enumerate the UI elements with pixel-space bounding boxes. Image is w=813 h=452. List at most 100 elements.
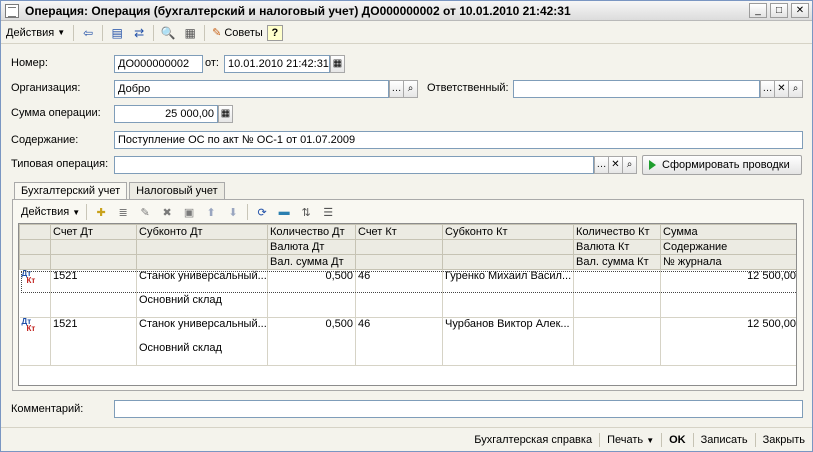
grid-header-cur-sum-kt[interactable]: Вал. сумма Кт (573, 254, 661, 270)
sum-cell[interactable]: 12 500,00 (660, 317, 796, 342)
grid-header-journal[interactable]: № журнала (660, 254, 796, 270)
add-row-icon[interactable]: ✚ (92, 204, 110, 220)
table-row[interactable]: Дт Кт 1521 Станок универсальный... 0,500… (19, 269, 796, 318)
table-row[interactable]: Дт Кт 1521 Станок универсальный... 0,500… (19, 317, 796, 366)
related-documents-icon[interactable]: ⇄ (130, 24, 148, 42)
move-down-icon[interactable]: ⬇ (224, 204, 242, 220)
maximize-button[interactable]: □ (770, 3, 788, 18)
delete-row-icon[interactable]: ✖ (158, 204, 176, 220)
table-row[interactable]: Основний склад (20, 341, 796, 366)
clear-icon[interactable]: ✕ (774, 80, 789, 98)
table-row[interactable]: Основний склад (19, 293, 796, 318)
responsible-field[interactable] (513, 80, 760, 98)
dropdown-arrow-icon: ▼ (646, 435, 655, 445)
go-back-icon[interactable]: ⇦ (79, 24, 97, 42)
ok-button[interactable]: OK (662, 434, 693, 446)
grid-actions-button[interactable]: Действия ▼ (18, 206, 83, 218)
number-label: Номер: (11, 57, 48, 69)
entry-type-cell: Дт Кт (19, 317, 51, 366)
content-field[interactable]: Поступление ОС по акт № ОС-1 от 01.07.20… (114, 131, 803, 149)
tab-tax[interactable]: Налоговый учет (129, 182, 225, 200)
dt-kt-icon: Дт Кт (21, 269, 36, 285)
grid-header-qty-dt[interactable]: Количество Дт (267, 224, 356, 240)
account-kt-cell[interactable]: 46 (355, 269, 443, 294)
fill-icon[interactable]: ▬ (275, 204, 293, 220)
qty-kt-cell[interactable] (573, 269, 661, 294)
document-structure-icon[interactable]: ▤ (108, 24, 126, 42)
toolbar-separator (204, 24, 206, 41)
calculator-icon[interactable]: ▦ (218, 105, 233, 123)
document-icon (5, 3, 19, 18)
grid-header-account-kt[interactable]: Счет Кт (355, 224, 443, 240)
open-search-icon[interactable]: ⌕ (788, 80, 803, 98)
account-dt-cell[interactable]: 1521 (50, 317, 137, 342)
print-button[interactable]: Печать ▼ (600, 434, 661, 446)
grid-header-row: Счет Дт Субконто Дт Количество Дт Счет К… (19, 224, 796, 240)
refresh-icon[interactable]: ⟳ (253, 204, 271, 220)
select-ellipsis-icon[interactable]: … (389, 80, 404, 98)
grid-actions-label: Действия (21, 206, 70, 218)
subconto-dt-cell[interactable]: Основний склад (136, 341, 268, 366)
comment-field[interactable] (114, 400, 803, 418)
qty-dt-cell[interactable]: 0,500 (267, 317, 356, 342)
bottom-command-bar: Бухгалтерская справка Печать ▼ OK Записа… (1, 427, 812, 451)
grid-header-subconto-kt[interactable]: Субконто Кт (442, 224, 574, 240)
calendar-icon[interactable]: ▦ (330, 55, 345, 73)
toolbar-separator (102, 24, 104, 41)
accounting-report-button[interactable]: Бухгалтерская справка (467, 434, 599, 446)
end-edit-icon[interactable]: ▣ (180, 204, 198, 220)
account-kt-cell[interactable]: 46 (355, 317, 443, 342)
close-window-button[interactable]: ✕ (791, 3, 809, 18)
subconto-kt-cell[interactable]: Чурбанов Виктор Алек... (442, 317, 574, 342)
number-field[interactable]: ДО000000002 (114, 55, 203, 73)
grid-header-cur-sum-dt[interactable]: Вал. сумма Дт (267, 254, 356, 270)
clear-icon[interactable]: ✕ (608, 156, 623, 174)
toolbar-separator (73, 24, 75, 41)
grid-header-account-dt[interactable]: Счет Дт (50, 224, 137, 240)
organization-field[interactable]: Добро (114, 80, 389, 98)
open-search-icon[interactable]: ⌕ (403, 80, 418, 98)
grid-header-qty-kt[interactable]: Количество Кт (573, 224, 661, 240)
subconto-kt-cell[interactable]: Гуренко Михаил Васил... (442, 269, 574, 294)
subconto-dt-cell[interactable]: Основний склад (136, 293, 268, 318)
advice-button[interactable]: ✎ Советы (208, 26, 267, 40)
preview-icon[interactable]: 🔍 (159, 24, 177, 42)
tab-panel: Действия ▼ ✚ ≣ ✎ ✖ ▣ ⬆ ⬇ ⟳ ▬ ⇅ ☰ Счет Дт… (12, 199, 804, 391)
play-icon (649, 160, 656, 170)
copy-row-icon[interactable]: ≣ (114, 204, 132, 220)
sum-field[interactable]: 25 000,00 (114, 105, 218, 123)
qty-dt-cell[interactable]: 0,500 (267, 269, 356, 294)
sum-cell[interactable]: 12 500,00 (660, 269, 796, 294)
typical-operation-field[interactable] (114, 156, 594, 174)
grid-header-content[interactable]: Содержание (660, 239, 796, 255)
edit-row-icon[interactable]: ✎ (136, 204, 154, 220)
columns-settings-icon[interactable]: ☰ (319, 204, 337, 220)
subconto-dt-cell[interactable]: Станок универсальный... (136, 269, 268, 294)
report-icon[interactable]: ▦ (181, 24, 199, 42)
account-dt-cell[interactable]: 1521 (50, 269, 137, 294)
grid-header-currency-kt[interactable]: Валюта Кт (573, 239, 661, 255)
grid-header-subconto-dt[interactable]: Субконто Дт (136, 224, 268, 240)
help-button[interactable]: ? (266, 24, 283, 41)
generate-entries-button[interactable]: Сформировать проводки (642, 155, 802, 175)
grid-header-sum[interactable]: Сумма (660, 224, 796, 240)
window-title: Операция: Операция (бухгалтерский и нало… (25, 3, 571, 18)
select-ellipsis-icon[interactable]: … (760, 80, 775, 98)
dt-kt-icon: Дт Кт (21, 317, 36, 333)
close-button[interactable]: Закрыть (756, 434, 812, 446)
minimize-button[interactable]: _ (749, 3, 767, 18)
actions-menu-button[interactable]: Действия ▼ (1, 25, 70, 41)
generate-entries-label: Сформировать проводки (662, 159, 790, 171)
subconto-dt-cell[interactable]: Станок универсальный... (136, 317, 268, 342)
title-bar: Операция: Операция (бухгалтерский и нало… (1, 1, 812, 21)
sort-icon[interactable]: ⇅ (297, 204, 315, 220)
grid-header-row: Вал. сумма Дт Вал. сумма Кт № журнала (19, 254, 796, 270)
move-up-icon[interactable]: ⬆ (202, 204, 220, 220)
date-field[interactable]: 10.01.2010 21:42:31 (224, 55, 330, 73)
select-ellipsis-icon[interactable]: … (594, 156, 609, 174)
grid-header-currency-dt[interactable]: Валюта Дт (267, 239, 356, 255)
open-search-icon[interactable]: ⌕ (622, 156, 637, 174)
qty-kt-cell[interactable] (573, 317, 661, 342)
save-button[interactable]: Записать (694, 434, 755, 446)
date-label: от: (205, 57, 219, 69)
